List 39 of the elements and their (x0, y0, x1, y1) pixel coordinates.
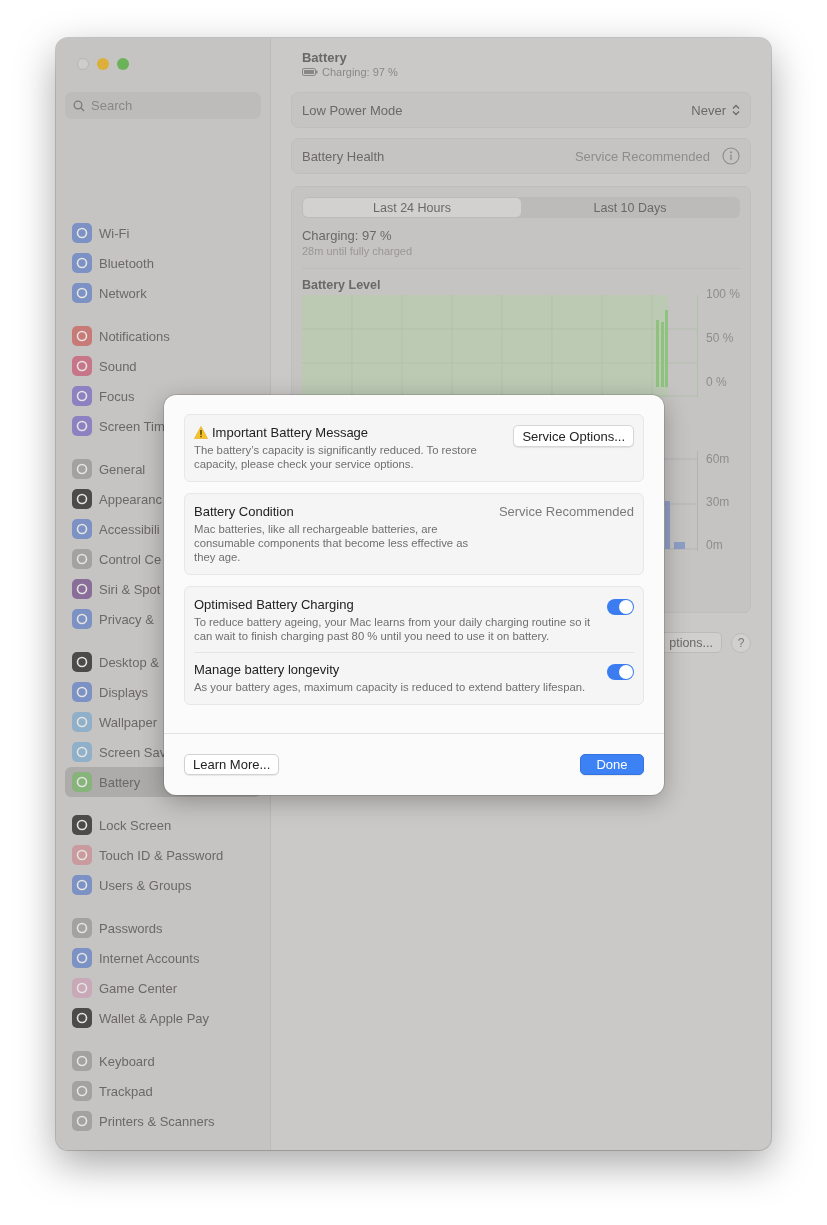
option-title: Manage battery longevity (194, 662, 341, 677)
sidebar-item[interactable]: Lock Screen (65, 810, 261, 840)
period-tab[interactable]: Last 24 Hours (302, 198, 521, 217)
sidebar-item[interactable]: Bluetooth (65, 248, 261, 278)
section-description: The battery’s capacity is significantly reduced. To restore capacity, please check your service options. (194, 443, 478, 471)
sidebar-item[interactable]: Wallet & Apple Pay (65, 1003, 261, 1033)
service-options-button[interactable]: Service Options... (513, 425, 634, 447)
sidebar-item[interactable]: Focus (65, 381, 261, 411)
chart-title: Battery Level (301, 278, 382, 292)
option-title: Optimised Battery Charging (194, 597, 355, 612)
setting-label: Battery Health (301, 148, 385, 164)
sidebar-item[interactable]: Wi-Fi (65, 218, 261, 248)
charging-status: Charging: 97 % (321, 66, 398, 78)
section-description: Mac batteries, like all rechargeable batteries, are consumable components that become less effective as they age. (194, 522, 470, 564)
sidebar-item[interactable]: Notifications (65, 321, 261, 351)
sidebar-item[interactable]: Wallpaper (65, 707, 261, 737)
sidebar-item[interactable]: Sound (65, 351, 261, 381)
condition-value: Service Recommended (498, 504, 634, 519)
charging-status: Charging: 97 % (301, 228, 393, 243)
sidebar-item[interactable]: Passwords (65, 913, 261, 943)
sidebar-item[interactable]: Network (65, 278, 261, 308)
section-title: Important Battery Message (212, 425, 369, 440)
popup-menu[interactable]: Never (691, 102, 740, 118)
sidebar-item[interactable]: Keyboard (65, 1046, 261, 1076)
option-description: To reduce battery ageing, your Mac learns from your daily charging routine so it can wait to finish charging past 80 % until you need to use it on battery. (194, 615, 592, 643)
period-tab[interactable]: Last 10 Days (521, 198, 739, 217)
done-button[interactable]: Done (580, 754, 644, 775)
sidebar-item[interactable]: Game Center (65, 973, 261, 1003)
sidebar-item[interactable]: Touch ID & Password (65, 840, 261, 870)
sidebar-item[interactable]: Internet Accounts (65, 943, 261, 973)
sidebar-item[interactable]: Printers & Scanners (65, 1106, 261, 1136)
learn-more-button[interactable]: Learn More... (184, 754, 280, 775)
page-title: Battery (301, 50, 348, 65)
help-button[interactable]: ? (731, 632, 751, 653)
section-title: Battery Condition (194, 504, 295, 519)
option-description: As your battery ages, maximum capacity is reduced to extend battery lifespan. (194, 680, 587, 694)
sidebar-item[interactable]: Trackpad (65, 1076, 261, 1106)
setting-label: Low Power Mode (301, 102, 403, 118)
sidebar-item[interactable]: Users & Groups (65, 870, 261, 900)
